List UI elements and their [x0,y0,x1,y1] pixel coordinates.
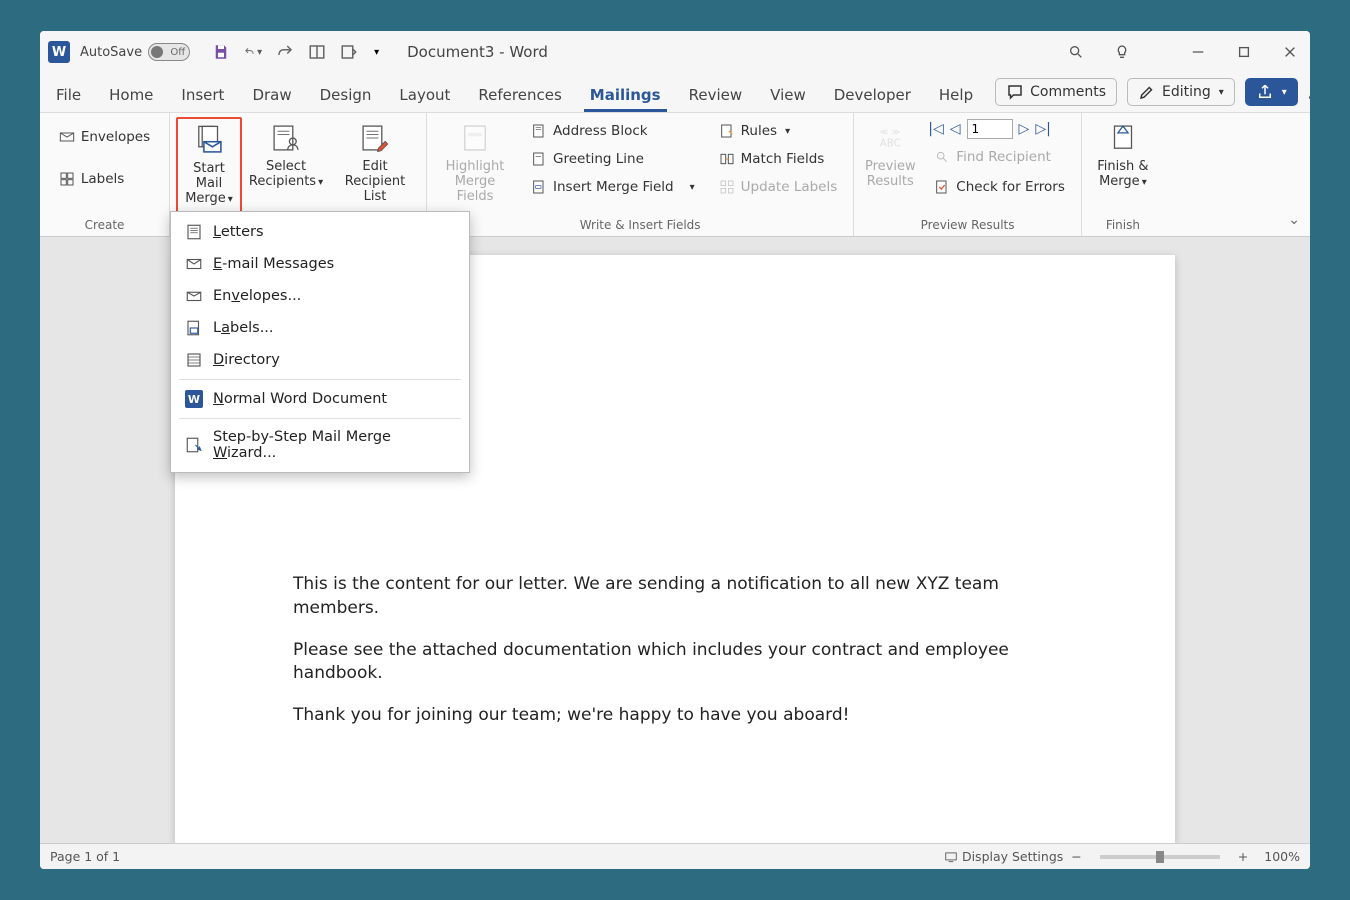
qat-icon-2[interactable] [340,43,358,61]
group-write-label: Write & Insert Fields [580,216,701,236]
prev-record-icon[interactable]: ◁ [950,121,961,137]
qat-customize-icon[interactable]: ▾ [374,47,379,58]
quick-access-toolbar: ▾ ▾ [212,43,379,61]
page-indicator[interactable]: Page 1 of 1 [50,849,120,864]
close-button[interactable] [1282,44,1298,60]
insert-merge-field-button[interactable]: Insert Merge Field ▾ [525,175,701,199]
group-create-label: Create [85,216,125,236]
ribbon-tabs: File Home Insert Draw Design Layout Refe… [40,73,1310,113]
qat-icon-1[interactable] [308,43,326,61]
preview-results-button: ≪ ≫ABC Preview Results [860,117,920,216]
maximize-button[interactable] [1236,44,1252,60]
editing-mode-button[interactable]: Editing ▾ [1127,78,1235,106]
tab-draw[interactable]: Draw [246,80,297,112]
tab-mailings[interactable]: Mailings [584,80,667,112]
zoom-slider[interactable] [1100,855,1220,859]
zoom-in-button[interactable]: + [1238,849,1248,864]
finish-merge-button[interactable]: Finish & Merge▾ [1088,117,1158,216]
last-record-icon[interactable]: ▷| [1035,121,1050,137]
autosave-toggle[interactable]: Off [148,43,190,61]
rules-button[interactable]: Rules▾ [713,119,844,143]
dropdown-letters[interactable]: Letters [171,216,469,248]
start-mail-merge-dropdown: Letters E-mail Messages Envelopes... Lab… [170,211,470,473]
account-icon[interactable] [1308,82,1310,102]
tab-developer[interactable]: Developer [828,80,917,112]
doc-paragraph-1: This is the content for our letter. We a… [293,573,1057,621]
tab-help[interactable]: Help [933,80,979,112]
doc-paragraph-3: Thank you for joining our team; we're ha… [293,704,1057,728]
undo-icon[interactable]: ▾ [244,43,262,61]
tab-insert[interactable]: Insert [175,80,230,112]
save-icon[interactable] [212,43,230,61]
check-errors-button[interactable]: Check for Errors [928,175,1071,199]
word-app-icon: W [48,41,70,63]
address-block-button[interactable]: Address Block [525,119,701,143]
group-create: Envelopes Labels Create [40,113,170,236]
group-preview-results: ≪ ≫ABC Preview Results |◁ ◁ ▷ ▷| Find Re… [854,113,1082,236]
match-fields-button[interactable]: Match Fields [713,147,844,171]
next-record-icon[interactable]: ▷ [1019,121,1030,137]
zoom-level[interactable]: 100% [1264,849,1300,864]
svg-text:≪ ≫: ≪ ≫ [880,128,901,138]
record-number-input[interactable] [967,119,1013,139]
status-bar: Page 1 of 1 Display Settings − + 100% [40,843,1310,869]
select-recipients-button[interactable]: Select Recipients▾ [246,117,326,216]
group-start-mail-merge: Start Mail Merge▾ Select Recipients▾ Edi… [170,113,427,236]
group-finish-label: Finish [1106,216,1140,236]
app-window: W AutoSave Off ▾ ▾ Document3 - Word [40,31,1310,869]
doc-paragraph-2: Please see the attached documentation wh… [293,639,1057,687]
ribbon-collapse-icon[interactable]: ⌄ [1288,212,1300,228]
tab-layout[interactable]: Layout [393,80,456,112]
tab-review[interactable]: Review [683,80,749,112]
update-labels-button: Update Labels [713,175,844,199]
autosave-label: AutoSave [80,45,142,60]
group-finish: Finish & Merge▾ Finish [1082,113,1164,236]
lightbulb-icon[interactable] [1114,44,1130,60]
redo-icon[interactable] [276,43,294,61]
minimize-button[interactable] [1190,44,1206,60]
tab-view[interactable]: View [764,80,812,112]
display-settings-button[interactable]: Display Settings [944,849,1063,864]
first-record-icon[interactable]: |◁ [928,121,943,137]
labels-button[interactable]: Labels [53,167,130,191]
start-mail-merge-button[interactable]: Start Mail Merge▾ [176,117,242,216]
group-preview-label: Preview Results [921,216,1015,236]
dropdown-directory[interactable]: Directory [171,344,469,376]
dropdown-email[interactable]: E-mail Messages [171,248,469,280]
document-title: Document3 - Word [407,43,548,61]
tab-design[interactable]: Design [314,80,378,112]
highlight-merge-fields-button: Highlight Merge Fields [433,117,517,216]
tab-file[interactable]: File [50,80,87,112]
svg-text:ABC: ABC [880,139,901,150]
autosave-control[interactable]: AutoSave Off [80,43,198,61]
dropdown-normal-document[interactable]: W Normal Word Document [171,383,469,415]
group-write-insert: Highlight Merge Fields Address Block Gre… [427,113,854,236]
find-recipient-button: Find Recipient [928,145,1071,169]
autosave-state: Off [170,47,185,58]
tab-home[interactable]: Home [103,80,159,112]
dropdown-labels[interactable]: Labels... [171,312,469,344]
envelopes-button[interactable]: Envelopes [53,125,156,149]
tab-references[interactable]: References [472,80,567,112]
ribbon: Envelopes Labels Create Start Mail Merge… [40,113,1310,237]
dropdown-envelopes[interactable]: Envelopes... [171,280,469,312]
dropdown-wizard[interactable]: Step-by-Step Mail Merge Wizard... [171,422,469,468]
share-button[interactable]: ▾ [1245,78,1298,106]
edit-recipient-list-button[interactable]: Edit Recipient List [330,117,420,216]
comments-button[interactable]: Comments [995,78,1117,106]
search-icon[interactable] [1068,44,1084,60]
record-nav: |◁ ◁ ▷ ▷| [928,119,1071,139]
zoom-out-button[interactable]: − [1071,849,1081,864]
greeting-line-button[interactable]: Greeting Line [525,147,701,171]
title-bar: W AutoSave Off ▾ ▾ Document3 - Word [40,31,1310,73]
